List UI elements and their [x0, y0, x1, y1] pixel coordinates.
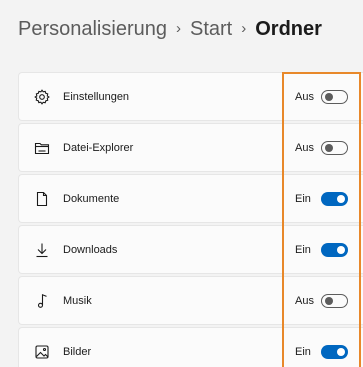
toggle-state-text: Ein	[295, 192, 311, 205]
folder-label: Datei-Explorer	[63, 141, 134, 154]
toggle-state-text: Ein	[295, 345, 311, 358]
toggle-state-text: Ein	[295, 243, 311, 256]
folder-label: Einstellungen	[63, 90, 130, 103]
page-title: Ordner	[255, 18, 322, 40]
download-icon	[34, 242, 50, 258]
music-icon	[34, 293, 50, 309]
toggle-state-text: Aus	[295, 141, 314, 154]
breadcrumb-personalisierung[interactable]: Personalisierung	[18, 16, 167, 42]
folder-label: Dokumente	[63, 192, 120, 205]
folder-row-bilder[interactable]: Bilder Ein	[18, 327, 363, 367]
breadcrumb-start[interactable]: Start	[190, 16, 232, 42]
chevron-right-icon: ›	[241, 20, 247, 37]
downloads-toggle[interactable]	[321, 242, 348, 257]
folder-list: Einstellungen Aus Datei-Explorer Aus Dok…	[18, 72, 363, 367]
musik-toggle[interactable]	[321, 293, 348, 308]
folder-row-downloads[interactable]: Downloads Ein	[18, 225, 363, 274]
folder-label: Downloads	[63, 243, 118, 256]
folder-row-musik[interactable]: Musik Aus	[18, 276, 363, 325]
folder-icon	[34, 140, 50, 156]
chevron-right-icon: ›	[175, 20, 181, 37]
einstellungen-toggle[interactable]	[321, 89, 348, 104]
dokumente-toggle[interactable]	[321, 191, 348, 206]
toggle-state-text: Aus	[295, 294, 314, 307]
gear-icon	[34, 88, 50, 105]
folder-label: Musik	[63, 294, 92, 307]
document-icon	[34, 191, 50, 207]
image-icon	[34, 344, 50, 360]
folder-row-dokumente[interactable]: Dokumente Ein	[18, 174, 363, 223]
folder-row-datei-explorer[interactable]: Datei-Explorer Aus	[18, 123, 363, 172]
breadcrumb: Personalisierung › Start › Ordner	[18, 16, 322, 42]
bilder-toggle[interactable]	[321, 344, 348, 359]
settings-page: Personalisierung › Start › Ordner Einste…	[0, 0, 363, 367]
folder-label: Bilder	[63, 345, 92, 358]
datei-explorer-toggle[interactable]	[321, 140, 348, 155]
folder-row-einstellungen[interactable]: Einstellungen Aus	[18, 72, 363, 121]
toggle-state-text: Aus	[295, 90, 314, 103]
